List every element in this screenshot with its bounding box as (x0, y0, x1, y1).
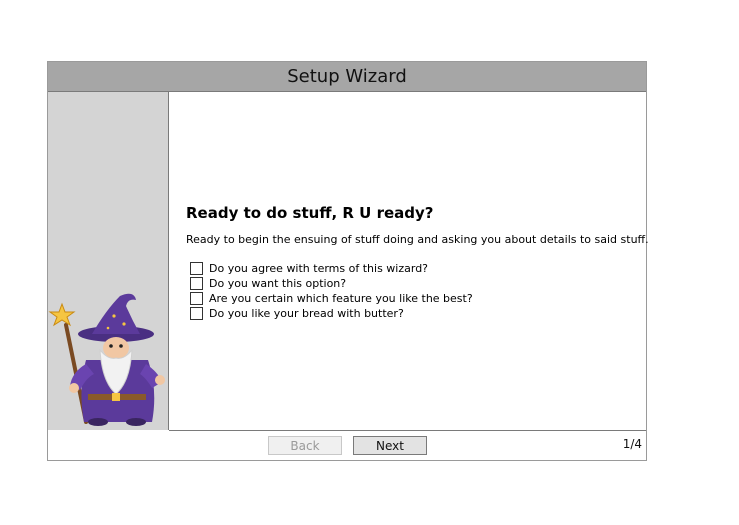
checkbox[interactable] (190, 277, 203, 290)
footer-bar: Back Next 1/4 (48, 431, 646, 460)
wizard-illustration-icon (48, 293, 165, 426)
option-label: Do you like your bread with butter? (209, 307, 404, 320)
next-button[interactable]: Next (353, 436, 427, 455)
window-title: Setup Wizard (287, 66, 407, 87)
option-want-this[interactable]: Do you want this option? (190, 276, 473, 291)
setup-wizard-window: Setup Wizard Ready to do stuff, R U read… (47, 61, 649, 461)
options-list: Do you agree with terms of this wizard? … (190, 261, 473, 321)
title-bar: Setup Wizard (48, 62, 646, 92)
option-label: Do you agree with terms of this wizard? (209, 262, 429, 275)
checkbox[interactable] (190, 262, 203, 275)
page-indicator: 1/4 (622, 437, 642, 451)
sidebar-panel (48, 92, 169, 430)
back-button[interactable]: Back (268, 436, 342, 455)
checkbox[interactable] (190, 292, 203, 305)
content-panel: Ready to do stuff, R U ready? Ready to b… (169, 92, 649, 431)
option-bread-butter[interactable]: Do you like your bread with butter? (190, 306, 473, 321)
option-label: Do you want this option? (209, 277, 347, 290)
option-agree-terms[interactable]: Do you agree with terms of this wizard? (190, 261, 473, 276)
option-certain-feature[interactable]: Are you certain which feature you like t… (190, 291, 473, 306)
page-heading: Ready to do stuff, R U ready? (186, 204, 434, 222)
page-description: Ready to begin the ensuing of stuff doin… (186, 233, 649, 246)
option-label: Are you certain which feature you like t… (209, 292, 473, 305)
checkbox[interactable] (190, 307, 203, 320)
